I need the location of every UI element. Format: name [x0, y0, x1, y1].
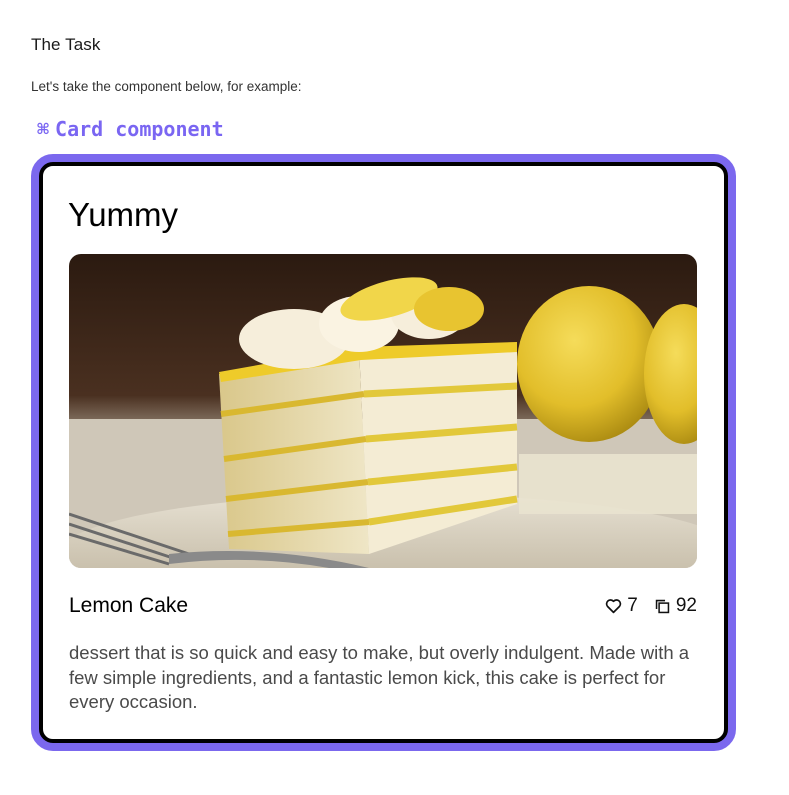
card[interactable]: Yummy Lemon Cake 7 92 dessert that is so… [39, 162, 728, 743]
card-name: Lemon Cake [69, 594, 189, 617]
copy-icon [654, 598, 671, 615]
section-title: The Task [31, 35, 101, 54]
card-title: Yummy [68, 196, 179, 233]
component-label: ⌘ Card component [37, 117, 224, 141]
command-icon: ⌘ [37, 117, 50, 141]
card-selection-frame: Yummy Lemon Cake 7 92 dessert that is so… [31, 154, 736, 751]
heart-icon [605, 598, 622, 614]
copies-stat[interactable]: 92 [654, 595, 697, 617]
component-label-text: Card component [55, 117, 224, 141]
likes-count: 7 [627, 595, 638, 616]
intro-text: Let's take the component below, for exam… [31, 79, 302, 94]
lemon-cake-image [69, 254, 697, 568]
card-stats: 7 92 [605, 595, 697, 617]
card-description: dessert that is so quick and easy to mak… [69, 642, 690, 712]
likes-stat[interactable]: 7 [605, 595, 638, 617]
card-meta-row: Lemon Cake 7 92 [69, 591, 697, 621]
copies-count: 92 [675, 595, 697, 616]
